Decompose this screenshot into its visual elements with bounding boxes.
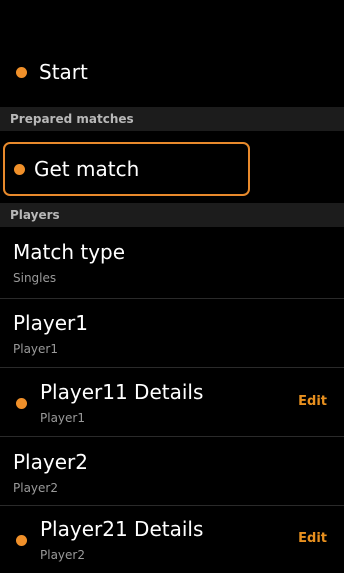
row-title: Match type: [13, 240, 126, 264]
start-item[interactable]: Start: [0, 50, 344, 94]
divider: [0, 505, 344, 506]
status-dot-icon: [16, 66, 27, 78]
status-dot-icon: [16, 535, 27, 546]
section-header-prepared-matches: Prepared matches: [0, 107, 344, 131]
section-header-players: Players: [0, 203, 344, 227]
row-subtitle: Player2: [13, 481, 58, 495]
section-title: Prepared matches: [10, 112, 134, 126]
divider: [0, 436, 344, 437]
divider: [0, 367, 344, 368]
status-dot-icon: [16, 398, 27, 409]
get-match-label: Get match: [34, 157, 140, 181]
edit-button[interactable]: Edit: [298, 531, 327, 546]
row-title: Player21 Details: [40, 517, 204, 541]
start-label: Start: [39, 60, 88, 84]
get-match-item[interactable]: Get match: [3, 142, 250, 196]
row-title: Player11 Details: [40, 380, 204, 404]
row-subtitle: Player2: [40, 548, 85, 562]
divider: [0, 298, 344, 299]
row-subtitle: Singles: [13, 271, 57, 285]
row-title: Player1: [13, 311, 88, 335]
status-dot-icon: [14, 163, 25, 175]
row-subtitle: Player1: [40, 411, 85, 425]
row-subtitle: Player1: [13, 342, 58, 356]
edit-button[interactable]: Edit: [298, 394, 327, 409]
row-title: Player2: [13, 450, 88, 474]
section-title: Players: [10, 208, 60, 222]
